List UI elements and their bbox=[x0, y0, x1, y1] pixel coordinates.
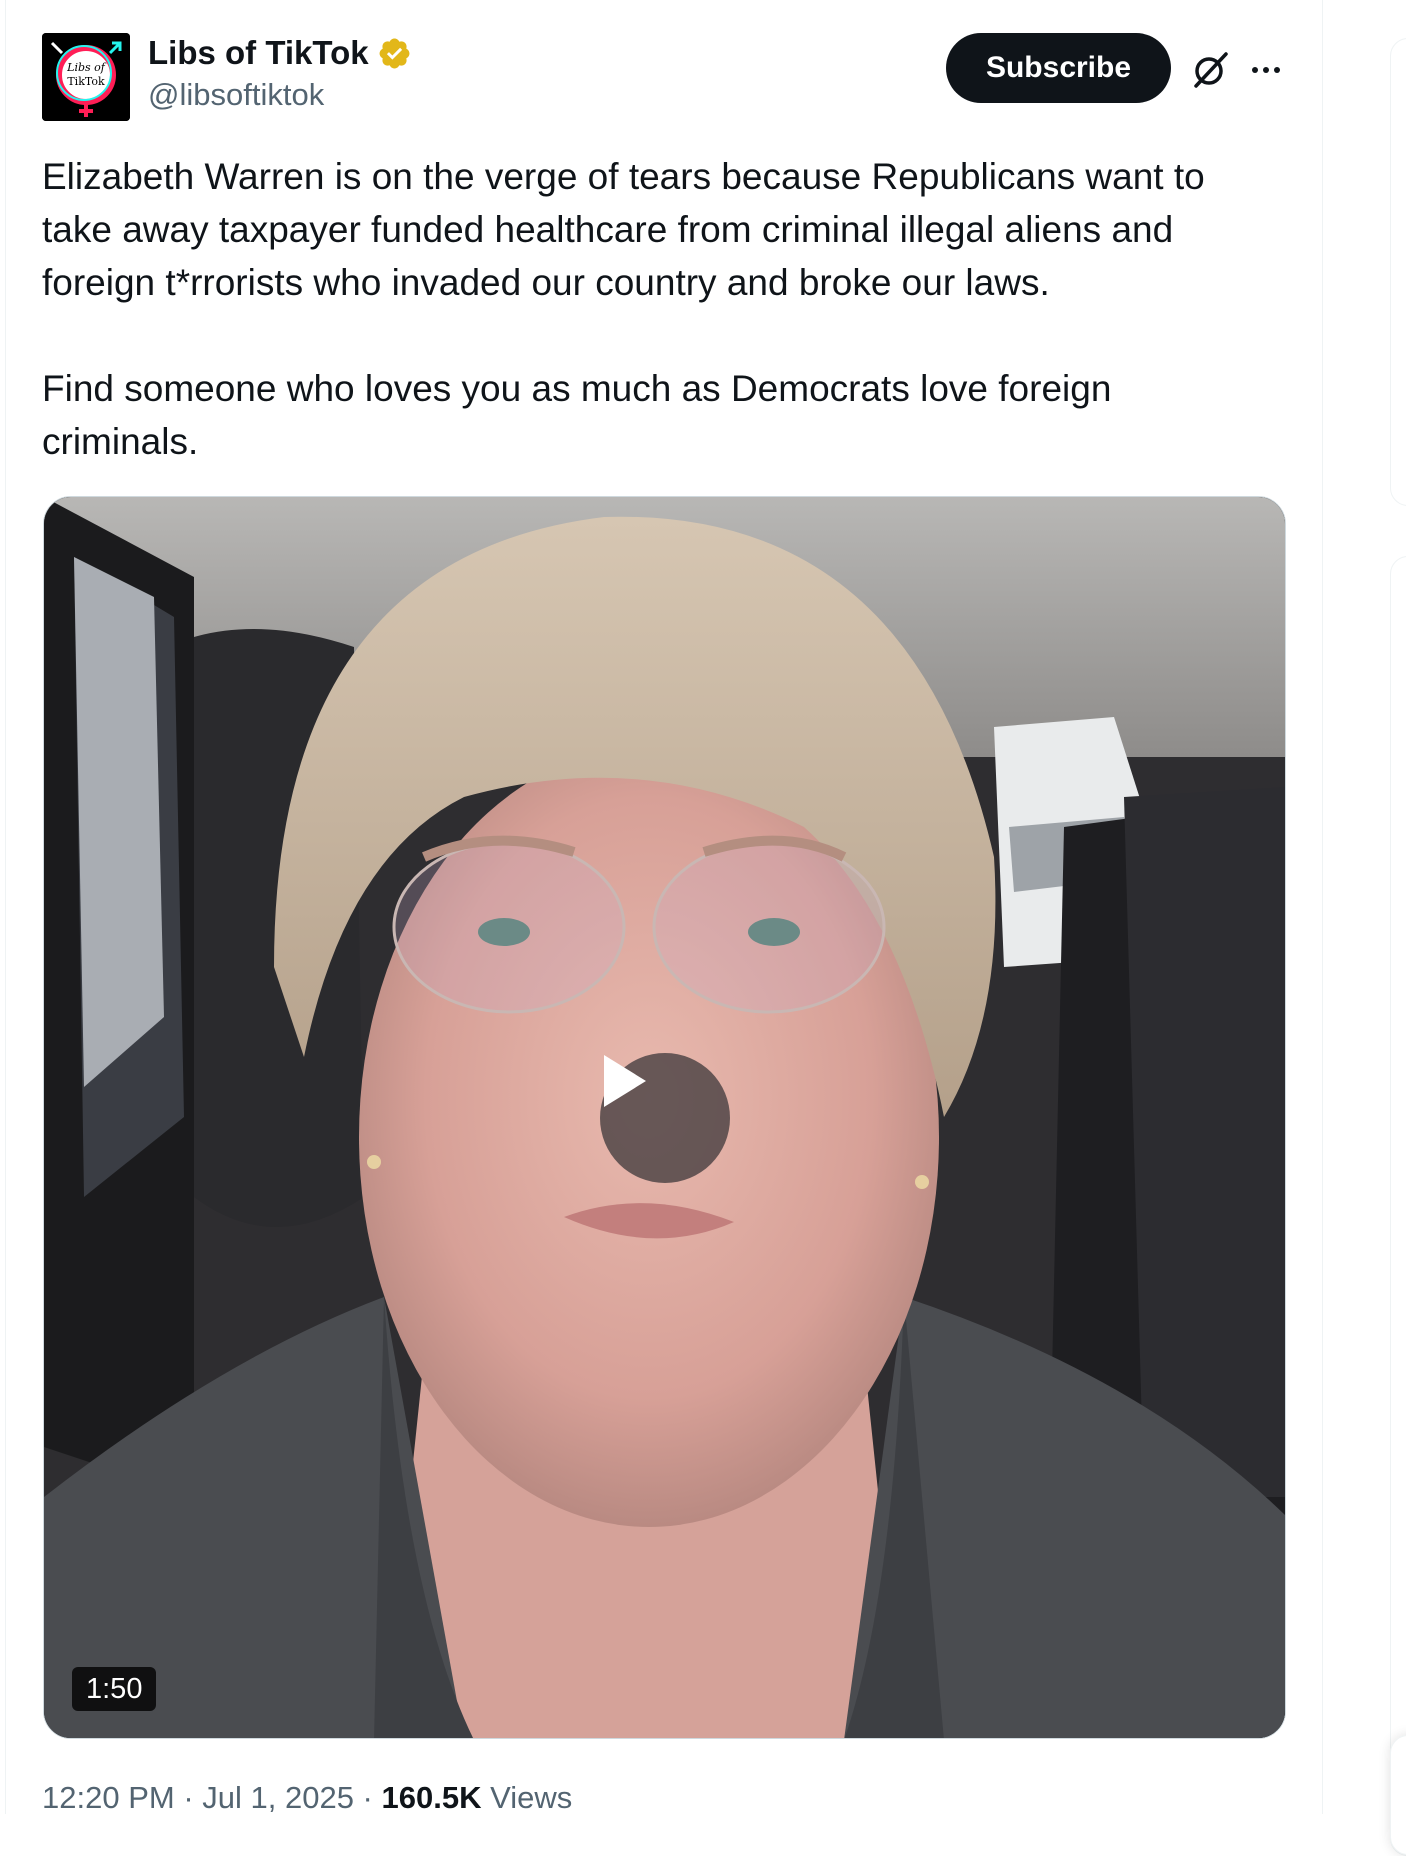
tweet-text: Elizabeth Warren is on the verge of tear… bbox=[42, 156, 1205, 462]
sidebar-card bbox=[1390, 556, 1406, 1856]
play-button[interactable] bbox=[600, 1053, 730, 1183]
sidebar-card bbox=[1390, 38, 1406, 506]
views-label: Views bbox=[490, 1780, 573, 1815]
tweet-time[interactable]: 12:20 PM bbox=[42, 1780, 175, 1815]
author-handle[interactable]: @libsoftiktok bbox=[148, 76, 412, 114]
author-info: Libs of TikTok @libsoftiktok bbox=[148, 32, 412, 114]
tweet-meta: 12:20 PM · Jul 1, 2025 · 160.5K Views bbox=[42, 1778, 572, 1818]
subscribe-button[interactable]: Subscribe bbox=[946, 33, 1171, 103]
views-count: 160.5K bbox=[381, 1780, 482, 1815]
messages-drawer[interactable] bbox=[1390, 1735, 1406, 1855]
author-display-name[interactable]: Libs of TikTok bbox=[148, 32, 369, 74]
avatar-logo: Libs of TikTok bbox=[42, 33, 130, 121]
avatar[interactable]: Libs of TikTok bbox=[42, 33, 130, 121]
avatar-text-1: Libs of bbox=[66, 61, 107, 74]
more-options-icon[interactable] bbox=[1244, 48, 1288, 92]
avatar-text-2: TikTok bbox=[67, 75, 105, 88]
meta-separator: · bbox=[353, 1780, 382, 1815]
video-player[interactable]: 1:50 bbox=[43, 496, 1286, 1739]
timeline-right-border bbox=[1322, 0, 1323, 1814]
verified-badge-icon[interactable] bbox=[377, 36, 412, 71]
play-icon bbox=[604, 1055, 646, 1107]
grok-icon[interactable] bbox=[1188, 48, 1232, 92]
tweet-date[interactable]: Jul 1, 2025 bbox=[202, 1780, 354, 1815]
video-duration-badge: 1:50 bbox=[72, 1667, 157, 1711]
timeline-left-border bbox=[5, 0, 6, 1814]
meta-separator: · bbox=[174, 1780, 203, 1815]
